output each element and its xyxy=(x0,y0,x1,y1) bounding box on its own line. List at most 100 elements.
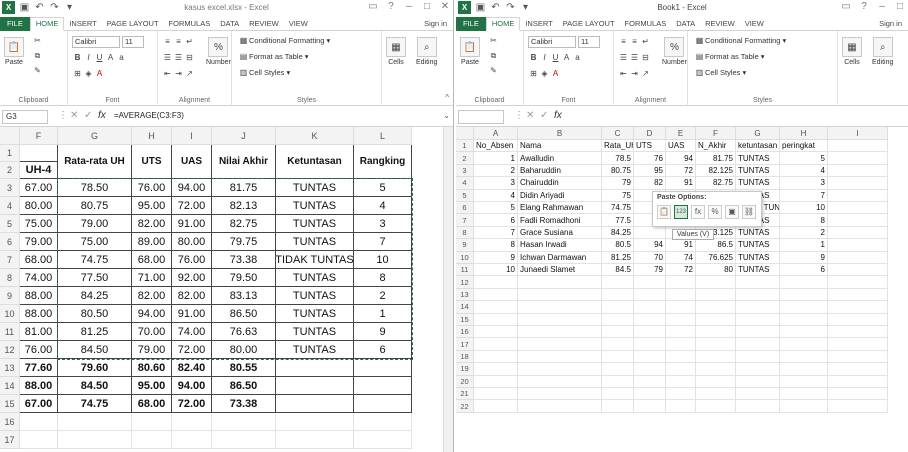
ribbon-display-icon[interactable]: ▭ xyxy=(840,1,852,12)
cell[interactable]: Didin Ariyadi xyxy=(518,189,602,202)
k-column-header[interactable]: Ketuntasan xyxy=(276,145,354,179)
cell[interactable] xyxy=(696,276,736,289)
cell[interactable] xyxy=(276,431,354,449)
borders-icon[interactable]: ⊞ xyxy=(528,69,539,78)
cell[interactable]: Ichwan Darmawan xyxy=(518,251,602,264)
wrap-text-icon[interactable]: ↵ xyxy=(184,37,195,46)
row-header[interactable]: 5 xyxy=(0,215,20,233)
cell[interactable] xyxy=(736,301,780,314)
formula-bar-menu-icon[interactable]: ⋮ xyxy=(514,110,524,121)
row-header[interactable]: 6 xyxy=(456,202,474,215)
editing-button[interactable]: ⌕ Editing xyxy=(416,37,437,66)
cell[interactable]: 67.00 xyxy=(20,179,58,197)
conditional-formatting-button[interactable]: ▦ Conditional Formatting ▾ xyxy=(238,36,331,45)
cell[interactable]: 1 xyxy=(354,305,412,323)
vertical-scrollbar[interactable] xyxy=(443,127,453,452)
cell[interactable]: 75.00 xyxy=(58,233,132,251)
cell[interactable] xyxy=(696,338,736,351)
bold-icon[interactable]: B xyxy=(528,53,539,62)
enter-entry-icon[interactable]: ✓ xyxy=(84,110,92,121)
cell[interactable]: 91 xyxy=(666,177,696,190)
cell[interactable]: 81.25 xyxy=(602,251,634,264)
cell[interactable]: 7 xyxy=(474,226,518,240)
cell[interactable]: 91.00 xyxy=(172,305,212,323)
tab-home[interactable]: HOME xyxy=(29,16,65,31)
cell[interactable]: 68.00 xyxy=(132,251,172,269)
cell[interactable]: 73.38 xyxy=(212,251,276,269)
uh4-header[interactable]: UH-4 xyxy=(20,162,58,179)
cell[interactable]: 81.75 xyxy=(696,152,736,165)
cell[interactable]: Chairuddin xyxy=(518,177,602,190)
cell[interactable]: 82.125 xyxy=(696,164,736,178)
cell[interactable] xyxy=(354,395,412,413)
cell[interactable] xyxy=(634,400,666,413)
cell[interactable]: TUNTAS xyxy=(276,197,354,215)
cell[interactable] xyxy=(696,288,736,302)
cancel-entry-icon[interactable]: ✕ xyxy=(526,110,534,121)
cell[interactable]: 68.00 xyxy=(132,395,172,413)
number-format-button[interactable]: % Number xyxy=(206,37,231,66)
cell[interactable]: 77.5 xyxy=(602,214,634,227)
cell[interactable]: 80.00 xyxy=(172,233,212,251)
cell[interactable]: 3 xyxy=(474,177,518,190)
row-header[interactable]: 19 xyxy=(456,363,474,376)
paste-values-icon[interactable]: 123 xyxy=(674,204,688,219)
font-color-icon[interactable]: A xyxy=(94,69,105,78)
cell[interactable]: 71.00 xyxy=(132,269,172,287)
cell[interactable] xyxy=(602,400,634,413)
cell[interactable] xyxy=(474,350,518,364)
tab-view[interactable]: VIEW xyxy=(284,19,313,28)
cell[interactable] xyxy=(518,301,602,314)
middle-align-icon[interactable]: ≡ xyxy=(173,37,184,46)
select-all-corner[interactable] xyxy=(456,127,474,140)
cell[interactable]: 84.50 xyxy=(58,377,132,395)
cell[interactable] xyxy=(828,338,888,351)
row-header[interactable]: 14 xyxy=(0,377,20,395)
underline-icon[interactable]: U xyxy=(550,53,561,62)
cell[interactable] xyxy=(666,350,696,364)
cell[interactable] xyxy=(634,338,666,351)
tab-review[interactable]: REVIEW xyxy=(700,19,740,28)
cell[interactable] xyxy=(634,388,666,401)
cell[interactable] xyxy=(602,388,634,401)
cell[interactable] xyxy=(736,375,780,388)
cell[interactable]: 5 xyxy=(780,152,828,165)
cells-button[interactable]: ▦ Cells xyxy=(386,37,406,66)
row-header[interactable]: 11 xyxy=(0,323,20,341)
cell[interactable] xyxy=(518,326,602,339)
paste-picture-icon[interactable]: ▣ xyxy=(725,204,739,219)
top-align-icon[interactable]: ≡ xyxy=(162,37,173,46)
cut-icon[interactable]: ✂ xyxy=(488,36,499,45)
ribbon-display-icon[interactable]: ▭ xyxy=(367,1,379,12)
merge-icon[interactable]: ⊟ xyxy=(184,53,195,62)
cell[interactable]: 76.00 xyxy=(20,341,58,359)
cell[interactable]: N_Akhir xyxy=(696,140,736,153)
cell[interactable] xyxy=(828,350,888,364)
shrink-font-icon[interactable]: a xyxy=(116,53,127,62)
formula-input[interactable]: =AVERAGE(C3:F3) xyxy=(114,111,184,120)
cell-styles-button[interactable]: ▥ Cell Styles ▾ xyxy=(238,68,291,77)
cell[interactable] xyxy=(518,350,602,364)
row-header[interactable]: 7 xyxy=(456,214,474,227)
cancel-entry-icon[interactable]: ✕ xyxy=(70,110,78,121)
row-header[interactable]: 8 xyxy=(0,269,20,287)
tab-view[interactable]: VIEW xyxy=(740,19,769,28)
cell[interactable] xyxy=(132,413,172,431)
row-header[interactable]: 9 xyxy=(0,287,20,305)
cell[interactable] xyxy=(276,395,354,413)
cell[interactable]: TUNTAS xyxy=(736,152,780,165)
cell[interactable]: 82.00 xyxy=(132,215,172,233)
underline-icon[interactable]: U xyxy=(94,53,105,62)
h-column-header[interactable]: UTS xyxy=(132,145,172,179)
collapse-ribbon-icon[interactable]: ^ xyxy=(445,93,449,102)
cell[interactable] xyxy=(828,140,888,153)
cell[interactable] xyxy=(518,375,602,388)
formula-bar-menu-icon[interactable]: ⋮ xyxy=(58,110,68,121)
cell[interactable]: 7 xyxy=(780,189,828,202)
number-format-button[interactable]: % Number xyxy=(662,37,687,66)
cell[interactable] xyxy=(634,363,666,376)
cell[interactable] xyxy=(696,313,736,326)
cell[interactable] xyxy=(828,226,888,240)
tab-insert[interactable]: INSERT xyxy=(520,19,557,28)
indent-icon[interactable]: ⇤ xyxy=(618,69,629,78)
